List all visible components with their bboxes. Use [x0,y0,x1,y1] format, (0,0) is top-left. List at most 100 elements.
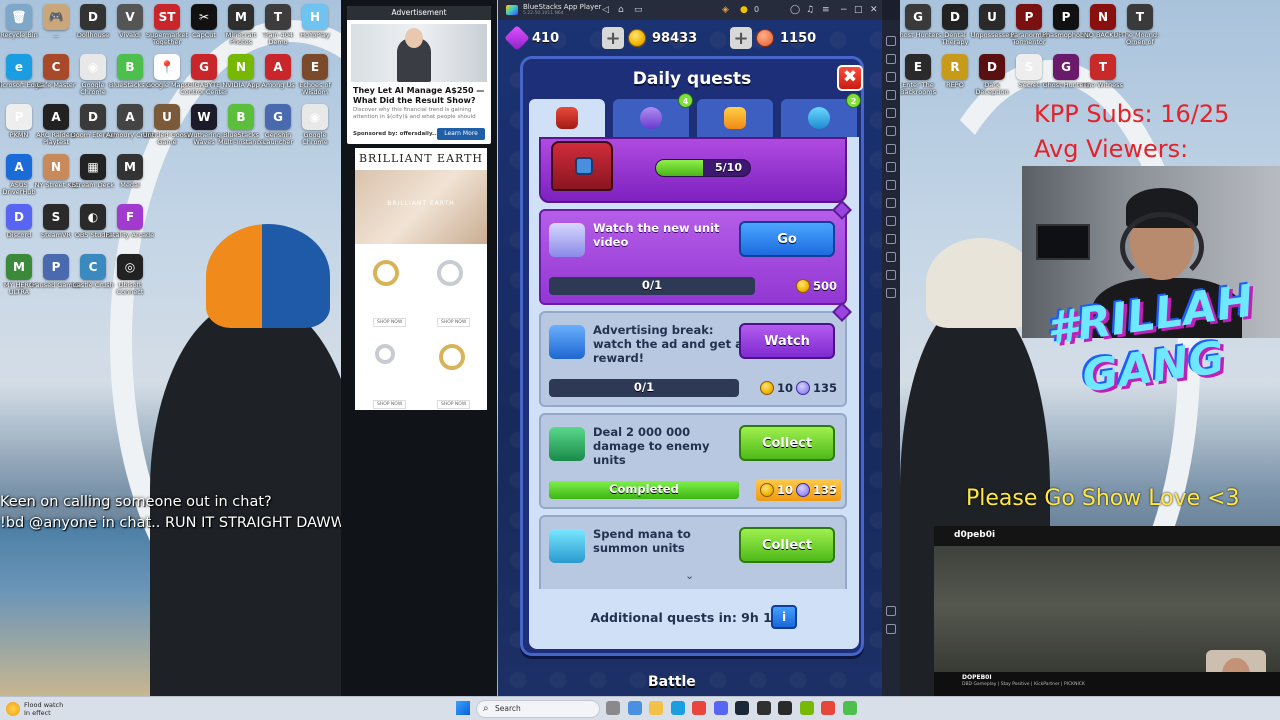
weather-widget[interactable]: Flood watch In effect [6,700,116,718]
go-button[interactable]: Go [739,221,835,257]
location-icon[interactable] [886,162,896,172]
app-icon: M [117,154,143,180]
app-icon: M [6,254,32,280]
back-icon[interactable] [886,606,896,616]
desktop-icon[interactable]: T The Mound: Omen of Cthulhu [1117,4,1163,46]
keyboard-icon[interactable] [886,36,896,46]
desktop-icon[interactable]: E Echoes of Wisdom [292,54,338,96]
terminal-icon[interactable] [778,701,792,715]
chevron-down-icon[interactable]: ⌄ [685,569,694,582]
home-icon[interactable] [886,624,896,634]
rotate-icon[interactable] [886,126,896,136]
quest-progress-text: 0/1 [641,278,663,292]
battle-tab-label[interactable]: Battle [648,674,696,690]
quest-progress-text: Completed [609,482,679,496]
discord-icon[interactable] [713,701,728,715]
game-center-icon[interactable]: ◈ [722,4,729,16]
install-apk-icon[interactable] [886,180,896,190]
ring-silver-1[interactable] [437,260,463,286]
chrome-icon[interactable] [692,701,706,715]
shop-now-link[interactable]: SHOP NOW [373,318,407,327]
eco-mode-icon[interactable] [886,252,896,262]
macro-icon[interactable] [886,216,896,226]
windows-start-icon[interactable] [456,701,470,715]
app-icon: ✂ [191,4,217,30]
points-coin-icon[interactable]: ● [740,4,748,16]
desktop-icon[interactable]: F Fatality Arcade [106,204,154,246]
maximize-icon[interactable]: □ [854,4,863,16]
minimize-icon[interactable]: − [840,4,848,16]
desktop-icon[interactable]: H HoYoPlay [292,4,338,46]
app-icon: N [43,154,69,180]
more-icon[interactable] [886,270,896,280]
ring-gold-1[interactable] [373,260,399,286]
shop-now-link[interactable]: SHOP NOW [373,400,407,409]
back-icon[interactable]: ◁ [602,4,609,16]
coin-icon [759,381,774,395]
account-icon[interactable]: ◯ [790,4,800,16]
app-icon: A [43,104,69,130]
edge-icon[interactable] [670,701,685,715]
volume-icon[interactable] [886,108,896,118]
desktop-icon[interactable]: M Medal [107,154,153,196]
app-icon: ◉ [80,54,106,80]
chrome-icon[interactable] [821,701,835,715]
quest-progress-text: 0/1 [633,380,655,394]
file-explorer-icon[interactable] [649,701,663,715]
ring-gold-2[interactable] [439,344,465,370]
app-icon: N [228,54,254,80]
app-icon: G [191,54,217,80]
menu-icon[interactable]: ≡ [822,4,830,16]
collect-button[interactable]: Collect [739,527,835,563]
shake-icon[interactable] [886,144,896,154]
obs-icon[interactable] [756,701,771,715]
tab-trophy[interactable]: 2 [781,93,861,137]
add-coins-button[interactable]: + [602,27,624,49]
taskbar-search[interactable]: ⌕ Search [476,700,600,718]
stream-preview[interactable]: d0peb0i DOPEB0I DBD Gameplay | Stay Posi… [934,526,1280,696]
nvidia-icon[interactable] [799,701,814,715]
close-window-icon[interactable]: ✕ [870,4,878,16]
bluestacks-icon[interactable] [842,701,857,715]
tab-skull[interactable]: 4 [613,93,693,137]
shop-now-link[interactable]: SHOP NOW [437,318,471,327]
reward-coins: 10 [776,381,793,395]
coin-icon [795,279,810,293]
ad-card-finance[interactable]: Advertisement They Let AI Manage A$250 —… [347,6,491,144]
shop-now-link[interactable]: SHOP NOW [437,400,471,409]
add-tokens-button[interactable]: + [730,27,752,49]
screenshot-icon[interactable] [886,72,896,82]
ad-card-jewelry[interactable]: BRILLIANT EARTH BRILLIANT EARTH SHOP NOW… [355,148,487,410]
desktop-icon[interactable]: T The Witness [1080,54,1126,96]
settings-icon[interactable] [886,288,896,298]
info-button[interactable]: i [771,605,797,629]
widgets-icon[interactable] [627,701,642,715]
learn-more-button[interactable]: Learn More [437,128,485,140]
gamepad-icon[interactable] [886,54,896,64]
quest-list[interactable]: 5/10 Watch the new unit video Go 0/1 500 [529,137,859,589]
app-icon: F [117,204,143,230]
watch-button[interactable]: Watch [739,323,835,359]
desktop-icon[interactable]: ◎ Ubisoft Connect [107,254,153,296]
taskbar: Flood watch In effect ⌕ Search [0,696,1280,720]
bell-icon[interactable]: ♫ [806,4,814,16]
folder-icon[interactable] [886,198,896,208]
record-icon[interactable] [886,90,896,100]
skull-badge-icon [640,107,662,129]
gem-count: 410 [532,30,560,46]
chest-icon[interactable] [551,141,613,191]
task-view-icon[interactable] [606,701,620,715]
home-icon[interactable]: ⌂ [618,4,624,16]
sync-icon[interactable] [886,234,896,244]
stream-channel-tags: DBD Gameplay | Stay Positive | KickPartn… [962,682,1085,687]
pendant-necklace[interactable] [375,344,395,364]
beanie-left [206,224,330,328]
collect-button[interactable]: Collect [739,425,835,461]
tab-daily[interactable] [529,99,605,137]
desktop-icon[interactable]: ◉ Google Chrome [292,104,338,146]
tabs-icon[interactable]: ▭ [634,4,643,16]
steam-icon[interactable] [735,701,749,715]
close-button[interactable]: ✖ [837,65,863,91]
weather-title: Flood watch [24,701,64,709]
tab-shield[interactable] [697,99,773,137]
